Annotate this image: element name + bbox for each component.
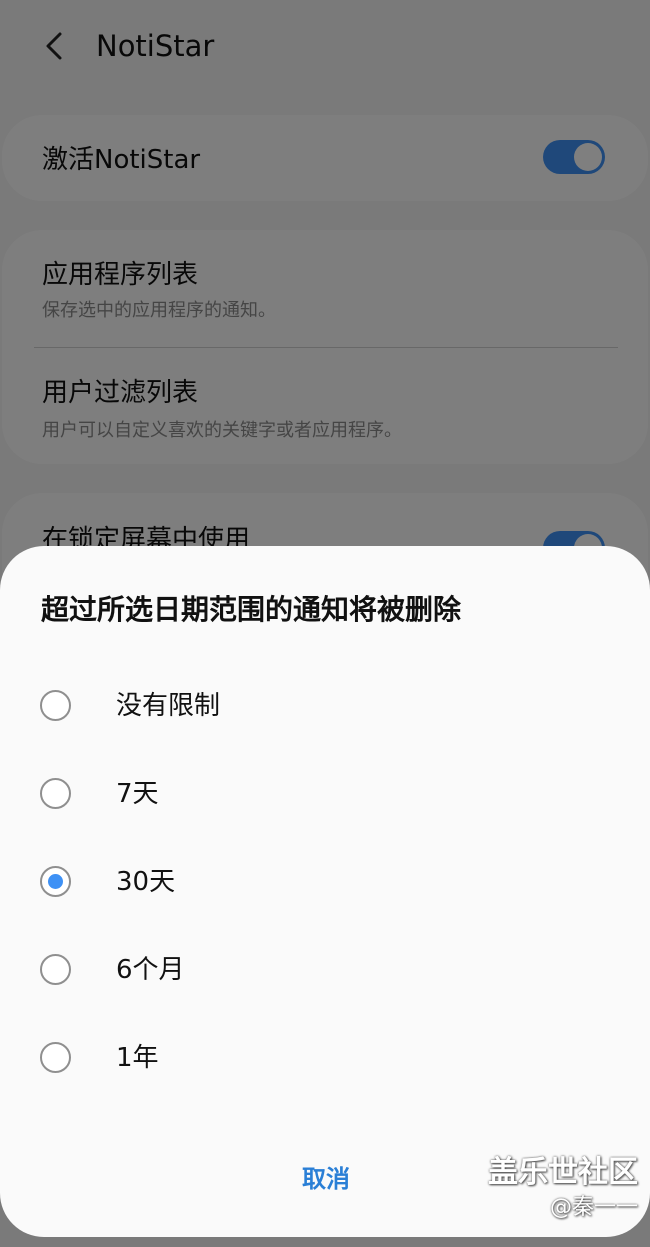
- radio-button[interactable]: [40, 690, 71, 721]
- cancel-button[interactable]: 取消: [276, 1146, 376, 1206]
- option-label: 30天: [116, 867, 176, 897]
- radio-button[interactable]: [40, 954, 71, 985]
- radio-dot: [48, 874, 63, 889]
- retention-dialog: 超过所选日期范围的通知将被删除 没有限制 7天 30天 6个月 1年 取消: [0, 546, 650, 1237]
- option-label: 1年: [116, 1043, 159, 1073]
- option-label: 7天: [116, 779, 159, 809]
- watermark-sub: @秦一一: [549, 1195, 638, 1220]
- option-label: 6个月: [116, 955, 185, 985]
- radio-button[interactable]: [40, 1042, 71, 1073]
- option-30-days[interactable]: 30天: [0, 840, 650, 928]
- option-label: 没有限制: [116, 691, 221, 721]
- watermark: 盖乐世社区 @秦一一: [488, 1153, 638, 1223]
- option-6-months[interactable]: 6个月: [0, 928, 650, 1016]
- radio-button-checked[interactable]: [40, 866, 71, 897]
- watermark-main: 盖乐世社区: [488, 1155, 638, 1190]
- option-1-year[interactable]: 1年: [0, 1016, 650, 1104]
- dialog-title: 超过所选日期范围的通知将被删除: [41, 593, 462, 626]
- option-no-limit[interactable]: 没有限制: [0, 664, 650, 752]
- option-7-days[interactable]: 7天: [0, 752, 650, 840]
- radio-button[interactable]: [40, 778, 71, 809]
